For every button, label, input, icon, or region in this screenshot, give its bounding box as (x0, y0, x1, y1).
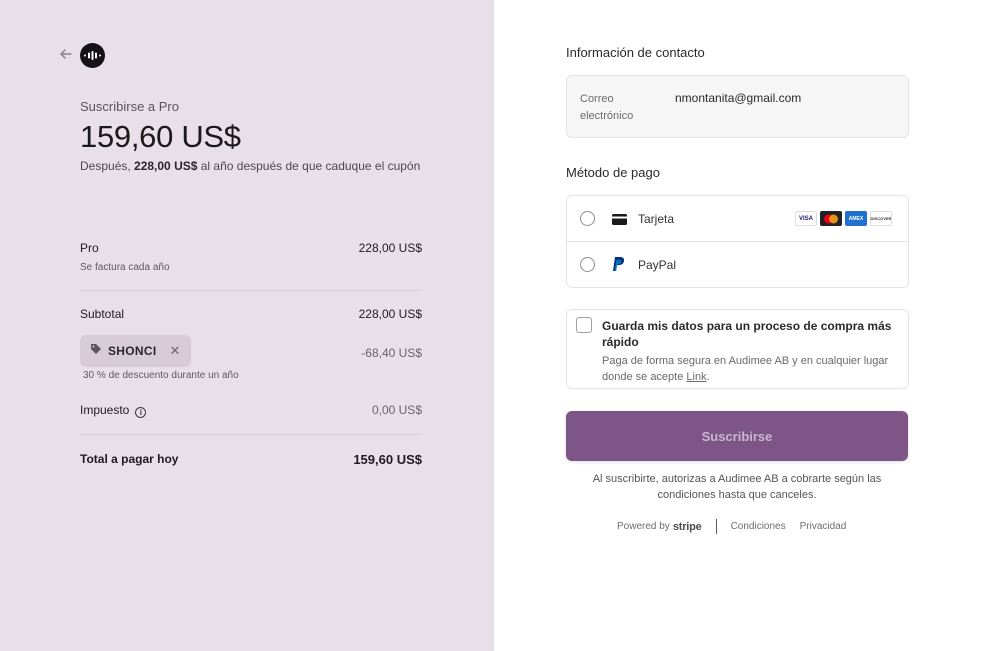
contact-box: Correo electrónico nmontanita@gmail.com (566, 75, 909, 138)
line-item-amount: 228,00 US$ (358, 241, 422, 255)
subtotal-label: Subtotal (80, 307, 125, 321)
save-info-description: Paga de forma segura en Audimee AB y en … (602, 355, 889, 383)
info-icon[interactable]: i (135, 407, 147, 418)
stripe-logo[interactable]: stripe (673, 521, 702, 533)
link-link[interactable]: Link (686, 371, 706, 383)
mastercard-icon (820, 211, 842, 226)
total-price: 159,60 US$ (80, 119, 241, 154)
email-value: nmontanita@gmail.com (675, 91, 802, 105)
visa-icon: VISA (795, 211, 817, 226)
total-label: Total a pagar hoy (80, 452, 179, 466)
save-info-checkbox[interactable] (576, 317, 592, 333)
save-info-box: Guarda mis datos para un proceso de comp… (566, 309, 909, 389)
paypal-radio[interactable] (580, 257, 595, 272)
email-label: Correo electrónico (580, 93, 634, 122)
payment-option-paypal[interactable]: PayPal (567, 242, 908, 288)
divider (715, 519, 717, 534)
coupon-chip: SHONCI ✕ (80, 335, 191, 367)
tag-icon (90, 342, 102, 360)
arrow-left-icon[interactable] (59, 47, 75, 63)
plan-label: Suscribirse a Pro (80, 99, 179, 114)
card-label: Tarjeta (638, 212, 675, 226)
card-brands: VISA AMEX DISCOVER (795, 211, 892, 226)
discount-amount: -68,40 US$ (361, 346, 422, 360)
coupon-code: SHONCI (108, 344, 157, 358)
remove-coupon-close-icon[interactable]: ✕ (169, 343, 180, 359)
save-info-title: Guarda mis datos para un proceso de comp… (602, 319, 892, 349)
discover-icon: DISCOVER (870, 211, 892, 226)
payment-method-group: Tarjeta VISA AMEX DISCOVER PayPal (566, 195, 909, 288)
divider (80, 434, 422, 435)
terms-link[interactable]: Condiciones (731, 521, 786, 532)
tax-amount: 0,00 US$ (371, 403, 422, 417)
terms-text: Al suscribirte, autorizas a Audimee AB a… (592, 473, 882, 501)
contact-heading: Información de contacto (566, 45, 705, 60)
divider (80, 290, 422, 291)
credit-card-icon (612, 212, 627, 230)
order-summary-panel (0, 0, 494, 651)
amex-icon: AMEX (845, 211, 867, 226)
subscribe-button[interactable]: Suscribirse (566, 411, 908, 461)
billing-frequency: Se factura cada año (80, 262, 170, 273)
line-item-name: Pro (80, 241, 99, 255)
payment-option-card[interactable]: Tarjeta VISA AMEX DISCOVER (567, 196, 908, 242)
total-amount: 159,60 US$ (353, 452, 422, 467)
renewal-note: Después, 228,00 US$ al año después de qu… (80, 159, 421, 173)
subtotal-amount: 228,00 US$ (358, 307, 422, 321)
paypal-icon (612, 257, 625, 277)
card-radio[interactable] (580, 211, 595, 226)
audio-wave-icon (80, 43, 105, 68)
payment-heading: Método de pago (566, 165, 660, 180)
footer: Powered by stripe Condiciones Privacidad (617, 519, 860, 534)
discount-note: 30 % de descuento durante un año (83, 370, 239, 381)
tax-label: Impuesto (80, 403, 130, 417)
privacy-link[interactable]: Privacidad (800, 521, 847, 532)
paypal-label: PayPal (638, 258, 677, 272)
powered-by-label: Powered by (617, 521, 670, 532)
